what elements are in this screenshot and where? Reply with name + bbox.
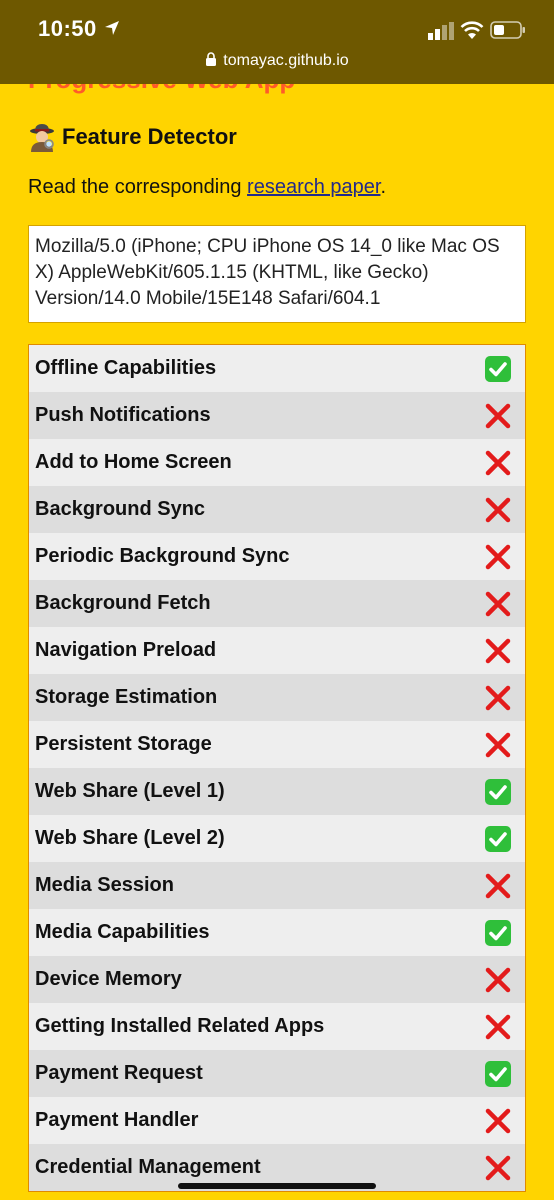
feature-name: Periodic Background Sync [35, 545, 290, 567]
cellular-signal-icon [428, 22, 454, 40]
feature-name: Web Share (Level 1) [35, 780, 225, 802]
address-bar[interactable]: tomayac.github.io [0, 52, 554, 76]
status-bar: 10:50 tomayac.github.io [0, 0, 554, 84]
feature-row: Web Share (Level 2) [29, 815, 525, 862]
feature-name: Offline Capabilities [35, 357, 217, 379]
feature-row: Background Fetch [29, 580, 525, 627]
heading-text: Feature Detector [62, 124, 237, 149]
detective-icon [30, 124, 54, 152]
user-agent-box: Mozilla/5.0 (iPhone; CPU iPhone OS 14_0 … [28, 225, 526, 323]
feature-name: Getting Installed Related Apps [35, 1015, 325, 1037]
feature-row: Payment Request [29, 1050, 525, 1097]
cross-mark-icon [485, 544, 511, 569]
feature-row: Web Share (Level 1) [29, 768, 525, 815]
cross-mark-icon [485, 1108, 511, 1133]
check-mark-icon [485, 778, 511, 805]
url-text: tomayac.github.io [223, 52, 349, 69]
battery-icon [490, 21, 525, 39]
check-mark-icon [485, 919, 511, 946]
feature-name: Payment Request [35, 1062, 203, 1084]
feature-row: Media Session [29, 862, 525, 909]
feature-detector-heading: Feature Detector [28, 122, 237, 152]
location-arrow-icon [105, 21, 119, 35]
cross-mark-icon [485, 967, 511, 992]
feature-row: Device Memory [29, 956, 525, 1003]
feature-table: Offline Capabilities Push Notifications Ad… [28, 344, 526, 1192]
cross-mark-icon [485, 403, 511, 428]
intro-text: Read the corresponding [28, 176, 248, 198]
home-indicator[interactable] [178, 1183, 376, 1189]
feature-row: Storage Estimation [29, 674, 525, 721]
research-paper-link[interactable]: research paper [247, 176, 380, 198]
intro-suffix: . [380, 176, 387, 198]
feature-row: Payment Handler [29, 1097, 525, 1144]
check-mark-icon [485, 355, 511, 382]
cross-mark-icon [485, 732, 511, 757]
feature-row: Media Capabilities [29, 909, 525, 956]
wifi-icon [460, 21, 484, 39]
feature-name: Payment Handler [35, 1109, 199, 1131]
cross-mark-icon [485, 591, 511, 616]
intro-paragraph: Read the corresponding research paper. [28, 176, 386, 199]
feature-name: Web Share (Level 2) [35, 827, 225, 849]
feature-name: Push Notifications [35, 404, 211, 426]
feature-name: Storage Estimation [35, 686, 218, 708]
cross-mark-icon [485, 685, 511, 710]
feature-name: Media Capabilities [35, 921, 210, 943]
feature-row: Add to Home Screen [29, 439, 525, 486]
cross-mark-icon [485, 1014, 511, 1039]
cross-mark-icon [485, 497, 511, 522]
check-mark-icon [485, 1060, 511, 1087]
cross-mark-icon [485, 450, 511, 475]
feature-name: Persistent Storage [35, 733, 212, 755]
feature-row: Offline Capabilities [29, 345, 525, 392]
cross-mark-icon [485, 1155, 511, 1180]
feature-name: Media Session [35, 874, 174, 896]
cross-mark-icon [485, 873, 511, 898]
feature-row: Getting Installed Related Apps [29, 1003, 525, 1050]
feature-name: Credential Management [35, 1156, 261, 1178]
feature-row: Periodic Background Sync [29, 533, 525, 580]
lock-icon [206, 52, 217, 66]
feature-row: Persistent Storage [29, 721, 525, 768]
feature-name: Navigation Preload [35, 639, 217, 661]
feature-row: Background Sync [29, 486, 525, 533]
feature-name: Add to Home Screen [35, 451, 232, 473]
feature-name: Background Fetch [35, 592, 211, 614]
feature-row: Push Notifications [29, 392, 525, 439]
cross-mark-icon [485, 638, 511, 663]
status-time: 10:50 [38, 16, 97, 41]
feature-row: Navigation Preload [29, 627, 525, 674]
feature-name: Device Memory [35, 968, 182, 990]
check-mark-icon [485, 825, 511, 852]
feature-name: Background Sync [35, 498, 206, 520]
